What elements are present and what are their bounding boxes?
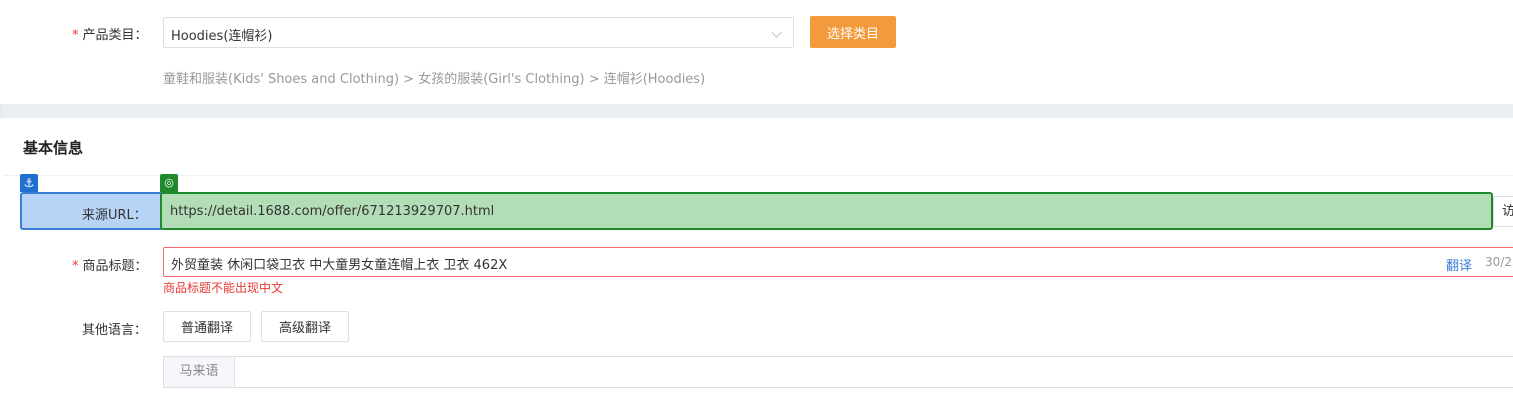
normal-translate-button[interactable]: 普通翻译 [163, 311, 251, 342]
category-card [3, 0, 1513, 104]
category-label: * 产品类目： [72, 28, 148, 43]
title-divider [3, 175, 1513, 176]
section-divider [0, 104, 1513, 118]
title-error-message: 商品标题不能出现中文 [163, 281, 284, 295]
category-select-value: Hoodies(连帽衫) [171, 29, 273, 44]
required-mark: * [72, 259, 79, 274]
source-url-label: 来源URL： [82, 208, 147, 223]
category-select[interactable]: Hoodies(连帽衫) [163, 17, 794, 48]
char-counter: 30/25 [1485, 255, 1513, 269]
product-title-label: * 商品标题： [72, 259, 148, 274]
section-title: 基本信息 [23, 139, 84, 157]
target-icon: ◎ [160, 174, 178, 192]
anchor-icon: ⚓ [20, 174, 38, 192]
visit-button[interactable]: 访 [1493, 196, 1513, 227]
tab-malay[interactable]: 马来语 [164, 357, 235, 387]
choose-category-button[interactable]: 选择类目 [810, 16, 896, 48]
advanced-translate-button[interactable]: 高级翻译 [261, 311, 349, 342]
translate-link[interactable]: 翻译 [1446, 255, 1472, 274]
source-url-value: https://detail.1688.com/offer/6712139297… [170, 204, 495, 219]
product-title-value: 外贸童装 休闲口袋卫衣 中大童男女童连帽上衣 卫衣 462X [171, 258, 508, 273]
language-tabs: 马来语 [163, 356, 1513, 388]
product-title-input[interactable]: 外贸童装 休闲口袋卫衣 中大童男女童连帽上衣 卫衣 462X [163, 247, 1513, 277]
category-breadcrumb: 童鞋和服装(Kids' Shoes and Clothing) > 女孩的服装(… [163, 72, 706, 87]
required-mark: * [72, 28, 79, 43]
other-languages-label: 其他语言： [82, 323, 148, 338]
chevron-down-icon [771, 27, 782, 38]
